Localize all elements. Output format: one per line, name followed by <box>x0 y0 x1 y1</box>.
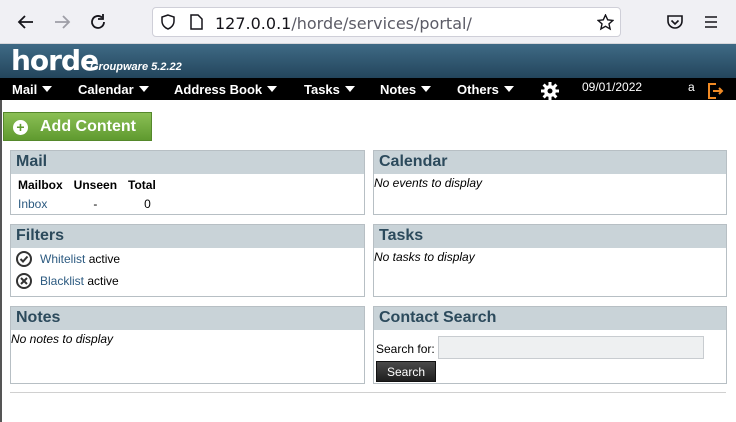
caret-down-icon <box>421 86 432 92</box>
menu-item-tasks[interactable]: Tasks <box>304 82 355 97</box>
menu-item-others[interactable]: Others <box>457 82 514 97</box>
unseen-count: - <box>93 197 98 211</box>
divider <box>10 392 726 393</box>
notes-block: Notes No notes to display <box>10 306 365 384</box>
search-button[interactable]: Search <box>376 361 436 382</box>
menu-item-address-book[interactable]: Address Book <box>174 82 278 97</box>
browser-toolbar: 127.0.0.1/horde/services/portal/ <box>0 0 736 44</box>
logout-icon <box>708 83 724 99</box>
contact-search-input[interactable] <box>438 336 704 359</box>
mail-block: Mail Mailbox Unseen Total Inbox - 0 <box>10 150 365 215</box>
horde-header: horde Groupware 5.2.22 <box>0 44 736 78</box>
page-left-border <box>0 100 2 422</box>
caret-down-icon <box>267 86 278 92</box>
arrow-right-icon <box>55 15 71 29</box>
current-date: 09/01/2022 <box>582 80 643 94</box>
block-title: Notes <box>11 307 364 330</box>
add-content-button[interactable]: + Add Content <box>3 112 152 141</box>
forward-button[interactable] <box>50 10 74 34</box>
mailbox-link-inbox[interactable]: Inbox <box>18 197 47 211</box>
menu-item-calendar[interactable]: Calendar <box>78 82 149 97</box>
reload-icon <box>91 14 105 29</box>
arrow-left-icon <box>17 15 33 29</box>
gear-icon <box>541 82 559 100</box>
reload-button[interactable] <box>86 10 110 34</box>
main-menu: Mail Calendar Address Book Tasks Notes O… <box>0 78 736 100</box>
x-circle-icon <box>16 273 32 289</box>
menu-item-mail[interactable]: Mail <box>12 82 53 97</box>
filter-row-whitelist: Whitelist active <box>11 248 364 270</box>
empty-message: No tasks to display <box>374 250 475 264</box>
mail-table: Mailbox Unseen Total Inbox - 0 <box>18 178 167 213</box>
url-text: 127.0.0.1/horde/services/portal/ <box>215 14 472 33</box>
page-icon <box>190 14 203 30</box>
logout-button[interactable] <box>706 82 724 103</box>
tasks-block: Tasks No tasks to display <box>373 224 727 297</box>
calendar-block: Calendar No events to display <box>373 150 727 215</box>
caret-down-icon <box>503 86 514 92</box>
caret-down-icon <box>344 86 355 92</box>
url-bar[interactable]: 127.0.0.1/horde/services/portal/ <box>152 7 621 37</box>
column-header: Mailbox <box>18 178 63 192</box>
pocket-icon <box>667 15 683 29</box>
empty-message: No notes to display <box>11 332 114 346</box>
hamburger-menu-icon <box>705 16 717 28</box>
version-subtitle: Groupware 5.2.22 <box>90 61 182 73</box>
filter-status: active <box>88 252 121 266</box>
column-header: Unseen <box>73 178 118 192</box>
filters-block: Filters Whitelist active Blacklist activ… <box>10 224 365 297</box>
block-title: Tasks <box>374 225 726 248</box>
app-menu-button[interactable] <box>699 10 723 34</box>
caret-down-icon <box>138 86 149 92</box>
block-title: Mail <box>11 151 364 174</box>
back-button[interactable] <box>14 10 38 34</box>
horde-logo[interactable]: horde <box>11 44 99 77</box>
filter-row-blacklist: Blacklist active <box>11 270 364 292</box>
block-title: Calendar <box>374 151 726 174</box>
block-title: Filters <box>11 225 364 248</box>
pocket-button[interactable] <box>663 10 687 34</box>
total-count: 0 <box>144 197 151 211</box>
shield-icon <box>161 14 175 30</box>
check-circle-icon <box>16 251 32 267</box>
menu-item-notes[interactable]: Notes <box>380 82 432 97</box>
column-header: Total <box>128 178 156 192</box>
settings-button[interactable] <box>540 81 560 104</box>
block-title: Contact Search <box>374 307 726 330</box>
caret-down-icon <box>42 86 53 92</box>
empty-message: No events to display <box>374 176 483 190</box>
bookmark-star-icon[interactable] <box>597 14 614 31</box>
table-row: Inbox - 0 <box>18 195 167 213</box>
filter-status: active <box>87 274 119 288</box>
blacklist-link[interactable]: Blacklist <box>40 274 84 288</box>
whitelist-link[interactable]: Whitelist <box>40 252 85 266</box>
current-user: a <box>688 80 695 94</box>
search-label: Search for: <box>376 342 435 356</box>
contact-search-block: Contact Search Search for: Search <box>373 306 727 384</box>
plus-icon: + <box>13 120 28 135</box>
